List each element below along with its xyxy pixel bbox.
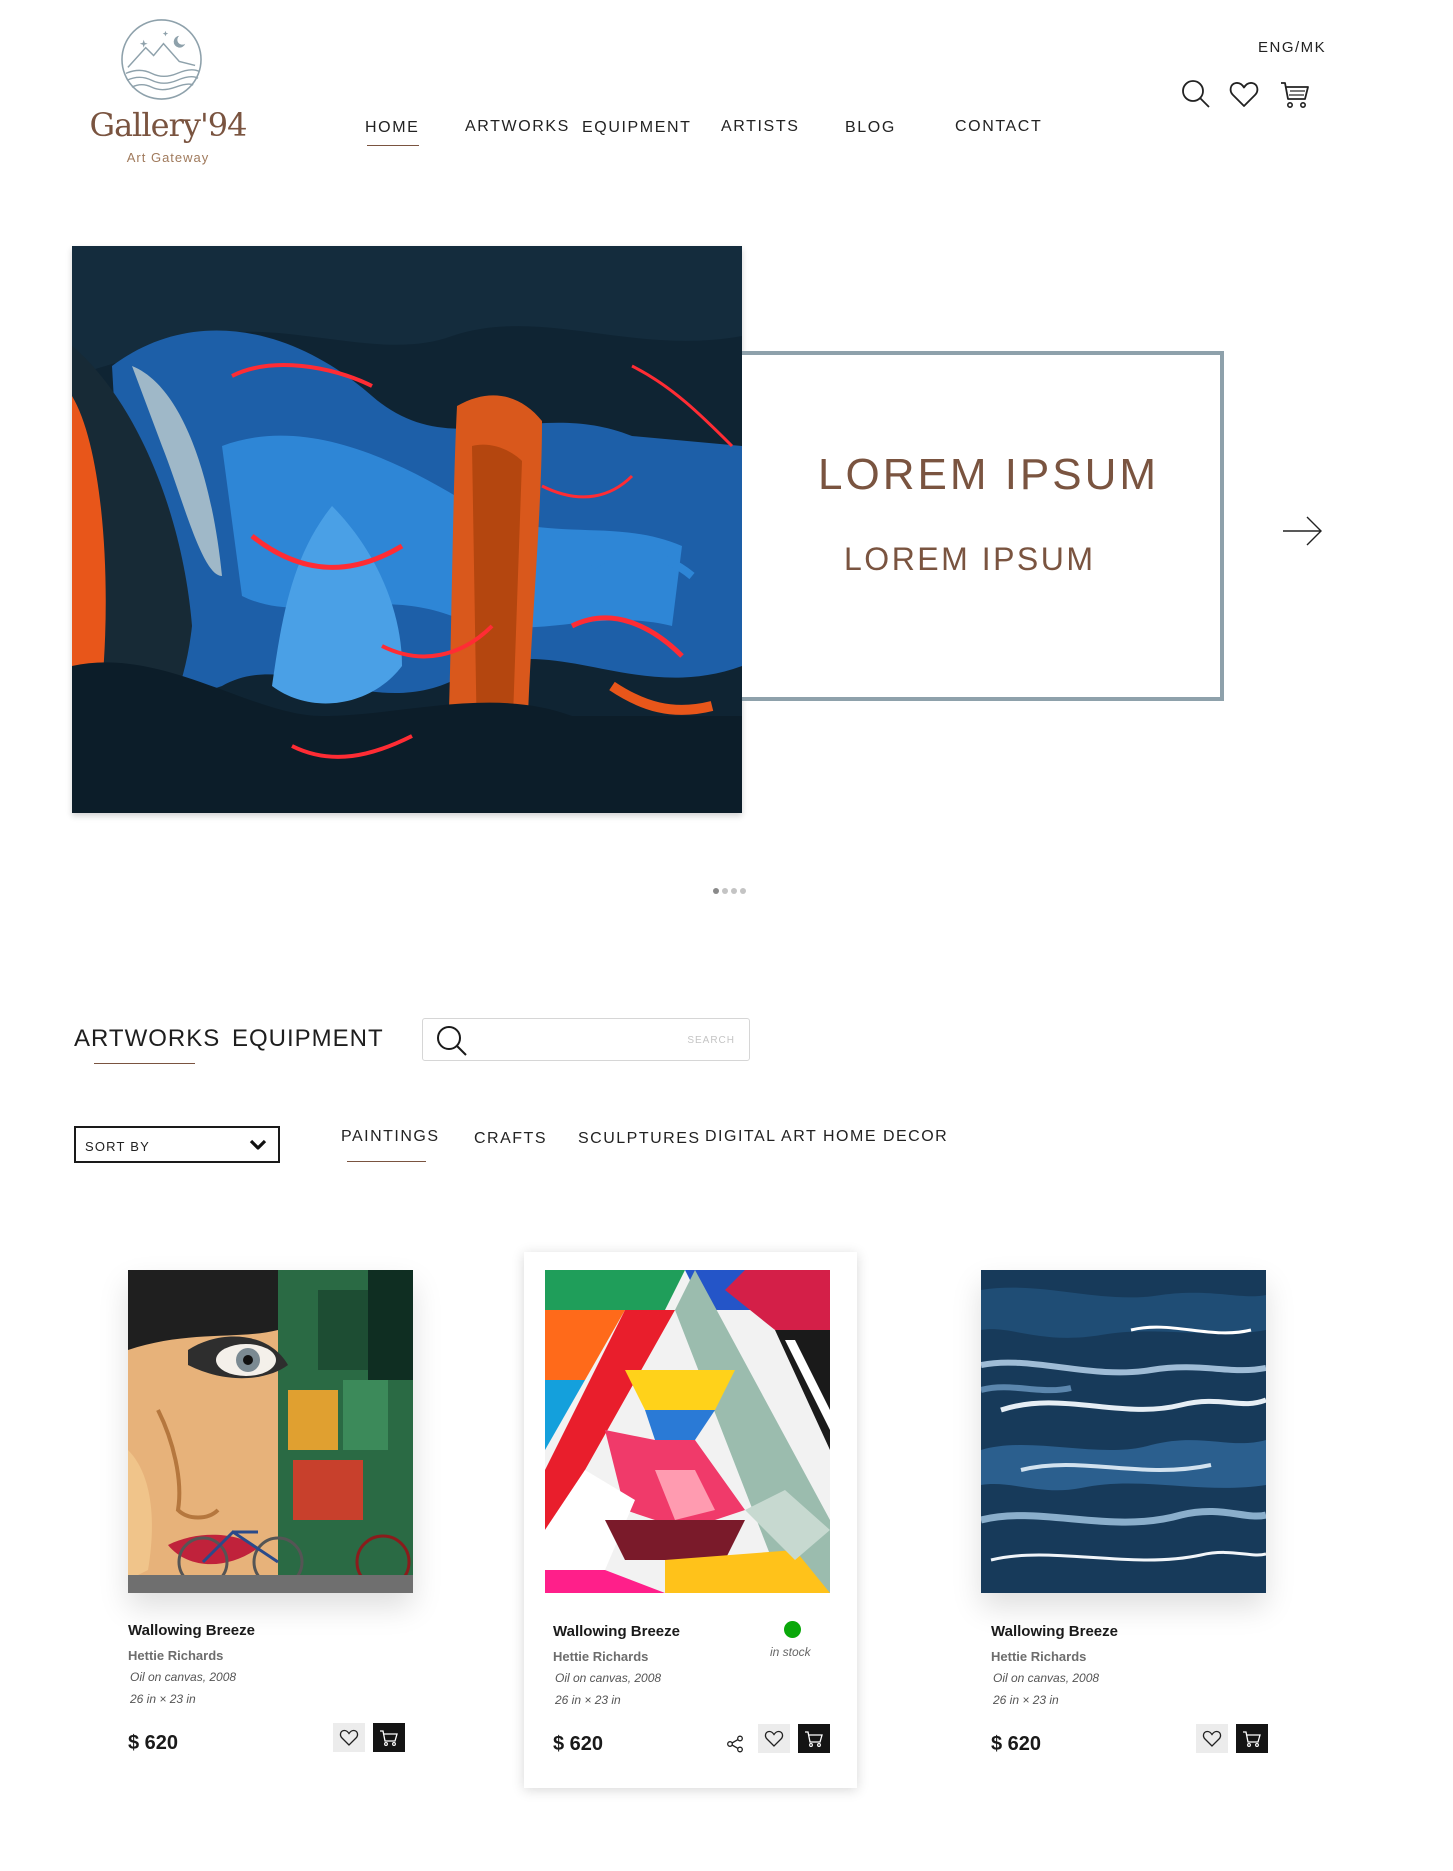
nav-artists[interactable]: ARTISTS: [721, 118, 799, 136]
header-cart-button[interactable]: [1279, 78, 1311, 110]
product-medium: Oil on canvas, 2008: [130, 1670, 237, 1684]
stock-status-indicator: [784, 1621, 801, 1638]
nav-artworks[interactable]: ARTWORKS: [465, 118, 570, 136]
language-switcher[interactable]: ENG/MK: [1258, 39, 1326, 56]
brand-name: Gallery'94: [89, 106, 248, 144]
slide-dot-3[interactable]: [731, 888, 737, 894]
nav-home[interactable]: HOME: [365, 119, 420, 146]
product-medium: Oil on canvas, 2008: [555, 1671, 662, 1685]
product-artist[interactable]: Hettie Richards: [553, 1649, 648, 1664]
product-artist[interactable]: Hettie Richards: [991, 1649, 1086, 1664]
category-paintings[interactable]: PAINTINGS: [341, 1128, 440, 1146]
header-wishlist-button[interactable]: [1228, 78, 1260, 110]
add-to-wishlist-button[interactable]: [333, 1723, 365, 1752]
catalog-search: [422, 1018, 750, 1061]
chevron-down-icon: [249, 1139, 267, 1150]
category-sculptures[interactable]: SCULPTURES: [578, 1130, 701, 1148]
add-to-cart-button[interactable]: [798, 1724, 830, 1753]
add-to-cart-button[interactable]: [1236, 1724, 1268, 1753]
brand-logo[interactable]: Gallery'94 Art Gateway: [88, 18, 248, 168]
tab-equipment[interactable]: EQUIPMENT: [232, 1025, 384, 1053]
nav-blog[interactable]: BLOG: [845, 119, 896, 137]
share-icon[interactable]: [726, 1735, 744, 1753]
product-medium: Oil on canvas, 2008: [993, 1671, 1100, 1685]
product-price: $ 620: [128, 1732, 179, 1754]
category-crafts[interactable]: CRAFTS: [474, 1130, 547, 1148]
header-search-button[interactable]: [1180, 78, 1212, 110]
add-to-wishlist-button[interactable]: [1196, 1724, 1228, 1753]
product-image[interactable]: [128, 1270, 413, 1593]
heart-icon: [1229, 82, 1259, 107]
heart-icon: [1202, 1730, 1222, 1747]
sort-dropdown[interactable]: SORT BY: [74, 1126, 280, 1163]
sort-label: SORT BY: [85, 1139, 150, 1154]
hero-subtitle: LOREM IPSUM: [844, 541, 1096, 577]
cart-icon: [1281, 82, 1309, 108]
slide-indicators: [713, 888, 746, 894]
product-dimensions: 26 in × 23 in: [993, 1693, 1059, 1707]
product-artist[interactable]: Hettie Richards: [128, 1648, 223, 1663]
nav-equipment[interactable]: EQUIPMENT: [582, 119, 692, 137]
search-icon[interactable]: [435, 1024, 468, 1057]
arrow-right-icon: [1283, 516, 1322, 546]
cart-icon: [1243, 1731, 1261, 1747]
cart-icon: [380, 1730, 398, 1746]
active-tab-underline: [94, 1063, 195, 1064]
hero-artwork-image: [72, 246, 742, 813]
search-input[interactable]: [475, 1025, 743, 1055]
brand-tagline: Art Gateway: [126, 150, 210, 165]
cart-icon: [805, 1731, 823, 1747]
hero-title: LOREM IPSUM: [818, 450, 1160, 499]
product-title[interactable]: Wallowing Breeze: [128, 1622, 255, 1639]
product-image[interactable]: [545, 1270, 830, 1593]
product-image[interactable]: [981, 1270, 1266, 1593]
heart-icon: [764, 1730, 784, 1747]
add-to-wishlist-button[interactable]: [758, 1724, 790, 1753]
slide-dot-4[interactable]: [740, 888, 746, 894]
category-digital-art[interactable]: DIGITAL ART: [705, 1128, 817, 1146]
mountain-moon-logo-icon: [121, 19, 202, 100]
heart-icon: [339, 1729, 359, 1746]
search-icon: [1182, 80, 1210, 108]
tab-artworks[interactable]: ARTWORKS: [74, 1025, 220, 1053]
slide-dot-2[interactable]: [722, 888, 728, 894]
add-to-cart-button[interactable]: [373, 1723, 405, 1752]
hero-next-button[interactable]: [1281, 514, 1323, 548]
product-dimensions: 26 in × 23 in: [555, 1693, 621, 1707]
product-title[interactable]: Wallowing Breeze: [553, 1623, 680, 1640]
product-price: $ 620: [553, 1733, 604, 1755]
product-title[interactable]: Wallowing Breeze: [991, 1623, 1118, 1640]
product-dimensions: 26 in × 23 in: [130, 1692, 196, 1706]
category-home-decor[interactable]: HOME DECOR: [823, 1128, 948, 1146]
stock-status-label: in stock: [770, 1645, 811, 1659]
slide-dot-1[interactable]: [713, 888, 719, 894]
product-price: $ 620: [991, 1733, 1042, 1755]
active-category-underline: [347, 1161, 426, 1162]
nav-contact[interactable]: CONTACT: [955, 118, 1042, 136]
hero-text-panel: LOREM IPSUM LOREM IPSUM: [742, 351, 1224, 701]
